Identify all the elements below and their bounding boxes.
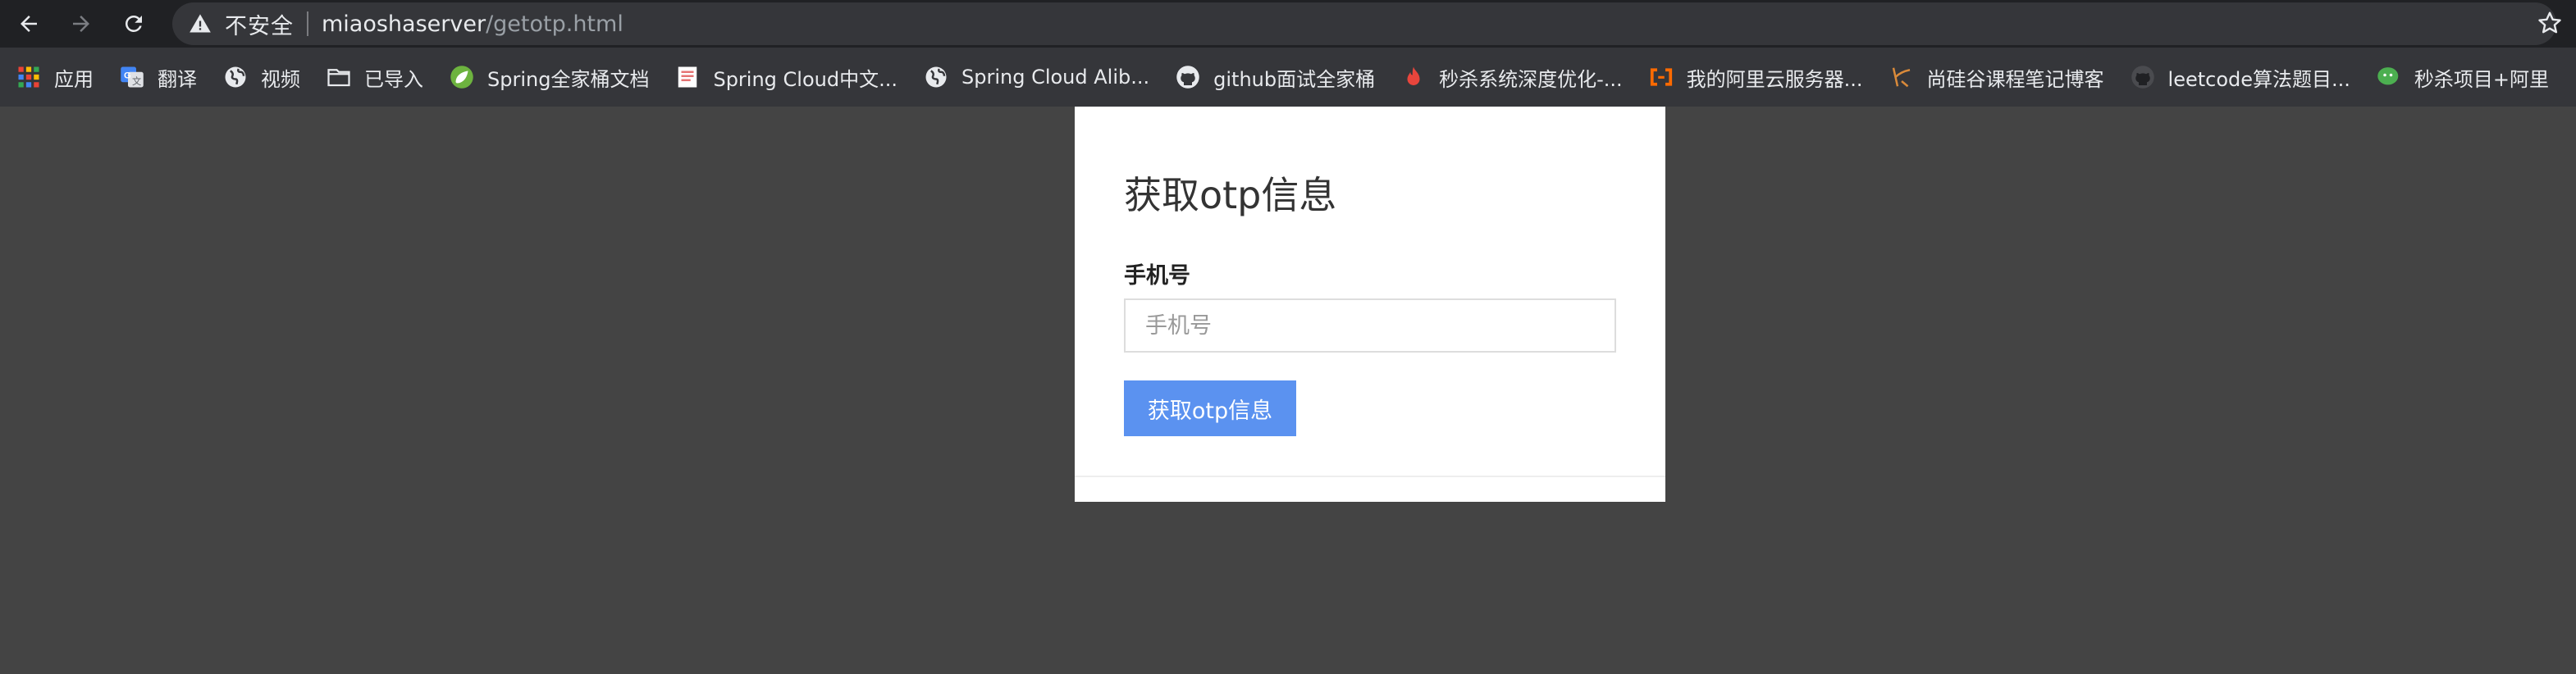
page-title: 获取otp信息 (1124, 173, 1337, 217)
bookmark-atguigu-notes[interactable]: 尚硅谷课程笔记博客 (1889, 52, 2114, 102)
github-icon (2131, 65, 2155, 89)
star-icon (2538, 11, 2561, 34)
bookmark-label: 应用 (54, 67, 94, 91)
bookmark-label: Spring Cloud中文... (713, 67, 897, 91)
folder-icon (327, 65, 351, 89)
forward-button[interactable] (66, 8, 97, 39)
bookmark-spring-cloud-alibaba[interactable]: Spring Cloud Alib... (924, 52, 1159, 102)
bookmark-label: 我的阿里云服务器... (1686, 67, 1863, 91)
bookmark-label: 翻译 (158, 67, 197, 91)
bookmark-star-button[interactable] (2535, 8, 2565, 38)
reload-button[interactable] (118, 8, 149, 39)
back-button[interactable] (13, 8, 44, 39)
arrow-left-icon (21, 16, 37, 32)
url-text[interactable]: miaoshaserver/getotp.html (322, 11, 623, 37)
bookmark-label: Spring Cloud Alib... (961, 66, 1150, 89)
phone-input[interactable] (1124, 298, 1616, 353)
globe-icon (924, 65, 948, 89)
bookmark-seckill-optimization[interactable]: 秒杀系统深度优化-... (1401, 52, 1633, 102)
get-otp-button[interactable]: 获取otp信息 (1124, 380, 1296, 436)
address-bar[interactable]: 不安全 miaoshaserver/getotp.html (172, 2, 2556, 45)
bookmark-label: github面试全家桶 (1213, 67, 1376, 91)
apps-grid-icon (16, 65, 41, 89)
warning-icon[interactable] (189, 12, 212, 35)
bookmark-label: 尚硅谷课程笔记博客 (1926, 67, 2104, 91)
url-host: miaoshaserver (322, 11, 486, 37)
wechat-icon (2377, 65, 2401, 89)
bookmark-leetcode[interactable]: leetcode算法题目... (2131, 52, 2360, 102)
bookmark-label: 视频 (261, 67, 300, 91)
bookmark-seckill-project[interactable]: 秒杀项目+阿里 (2377, 52, 2559, 102)
bookmark-label: Spring全家桶文档 (487, 67, 650, 91)
flame-icon (1401, 65, 1426, 89)
spring-leaf-icon (450, 65, 474, 89)
browser-toolbar: 不安全 miaoshaserver/getotp.html (0, 0, 2576, 48)
bookmark-github-interview[interactable]: github面试全家桶 (1176, 52, 1385, 102)
address-separator (307, 11, 308, 36)
pen-icon (1889, 65, 1914, 89)
reload-icon (125, 15, 142, 32)
arrow-right-icon (73, 16, 89, 32)
otp-form-card: 获取otp信息 手机号 获取otp信息 (1075, 107, 1665, 502)
bookmark-imported-folder[interactable]: 已导入 (327, 52, 433, 102)
bookmark-spring-docs[interactable]: Spring全家桶文档 (450, 52, 659, 102)
bookmark-spring-cloud-cn[interactable]: Spring Cloud中文... (675, 52, 907, 102)
page-content: 获取otp信息 手机号 获取otp信息 (0, 107, 2576, 674)
document-icon (675, 65, 700, 89)
github-icon (1176, 65, 1200, 89)
bookmark-label: 已导入 (364, 67, 423, 91)
bookmark-label: leetcode算法题目... (2167, 67, 2350, 91)
globe-icon (223, 65, 248, 89)
bookmark-aliyun-server[interactable]: 我的阿里云服务器... (1649, 52, 1873, 102)
svg-text:文: 文 (132, 75, 141, 87)
bookmark-translate[interactable]: G 文 翻译 (120, 52, 207, 102)
bookmark-apps[interactable]: 应用 (16, 52, 103, 102)
bookmark-label: 秒杀项目+阿里 (2414, 67, 2550, 91)
google-translate-icon: G 文 (120, 65, 144, 89)
phone-label: 手机号 (1124, 263, 1190, 289)
security-status-label[interactable]: 不安全 (225, 8, 294, 40)
bookmark-label: 秒杀系统深度优化-... (1439, 67, 1623, 91)
url-path: /getotp.html (486, 11, 623, 37)
card-divider (1075, 476, 1665, 477)
bookmarks-bar: 应用 G 文 翻译 视频 已导入 Spring全家桶文档 Spring Clou… (0, 48, 2576, 107)
bookmark-video[interactable]: 视频 (223, 52, 310, 102)
aliyun-icon (1649, 65, 1674, 89)
svg-text:G: G (124, 71, 131, 80)
